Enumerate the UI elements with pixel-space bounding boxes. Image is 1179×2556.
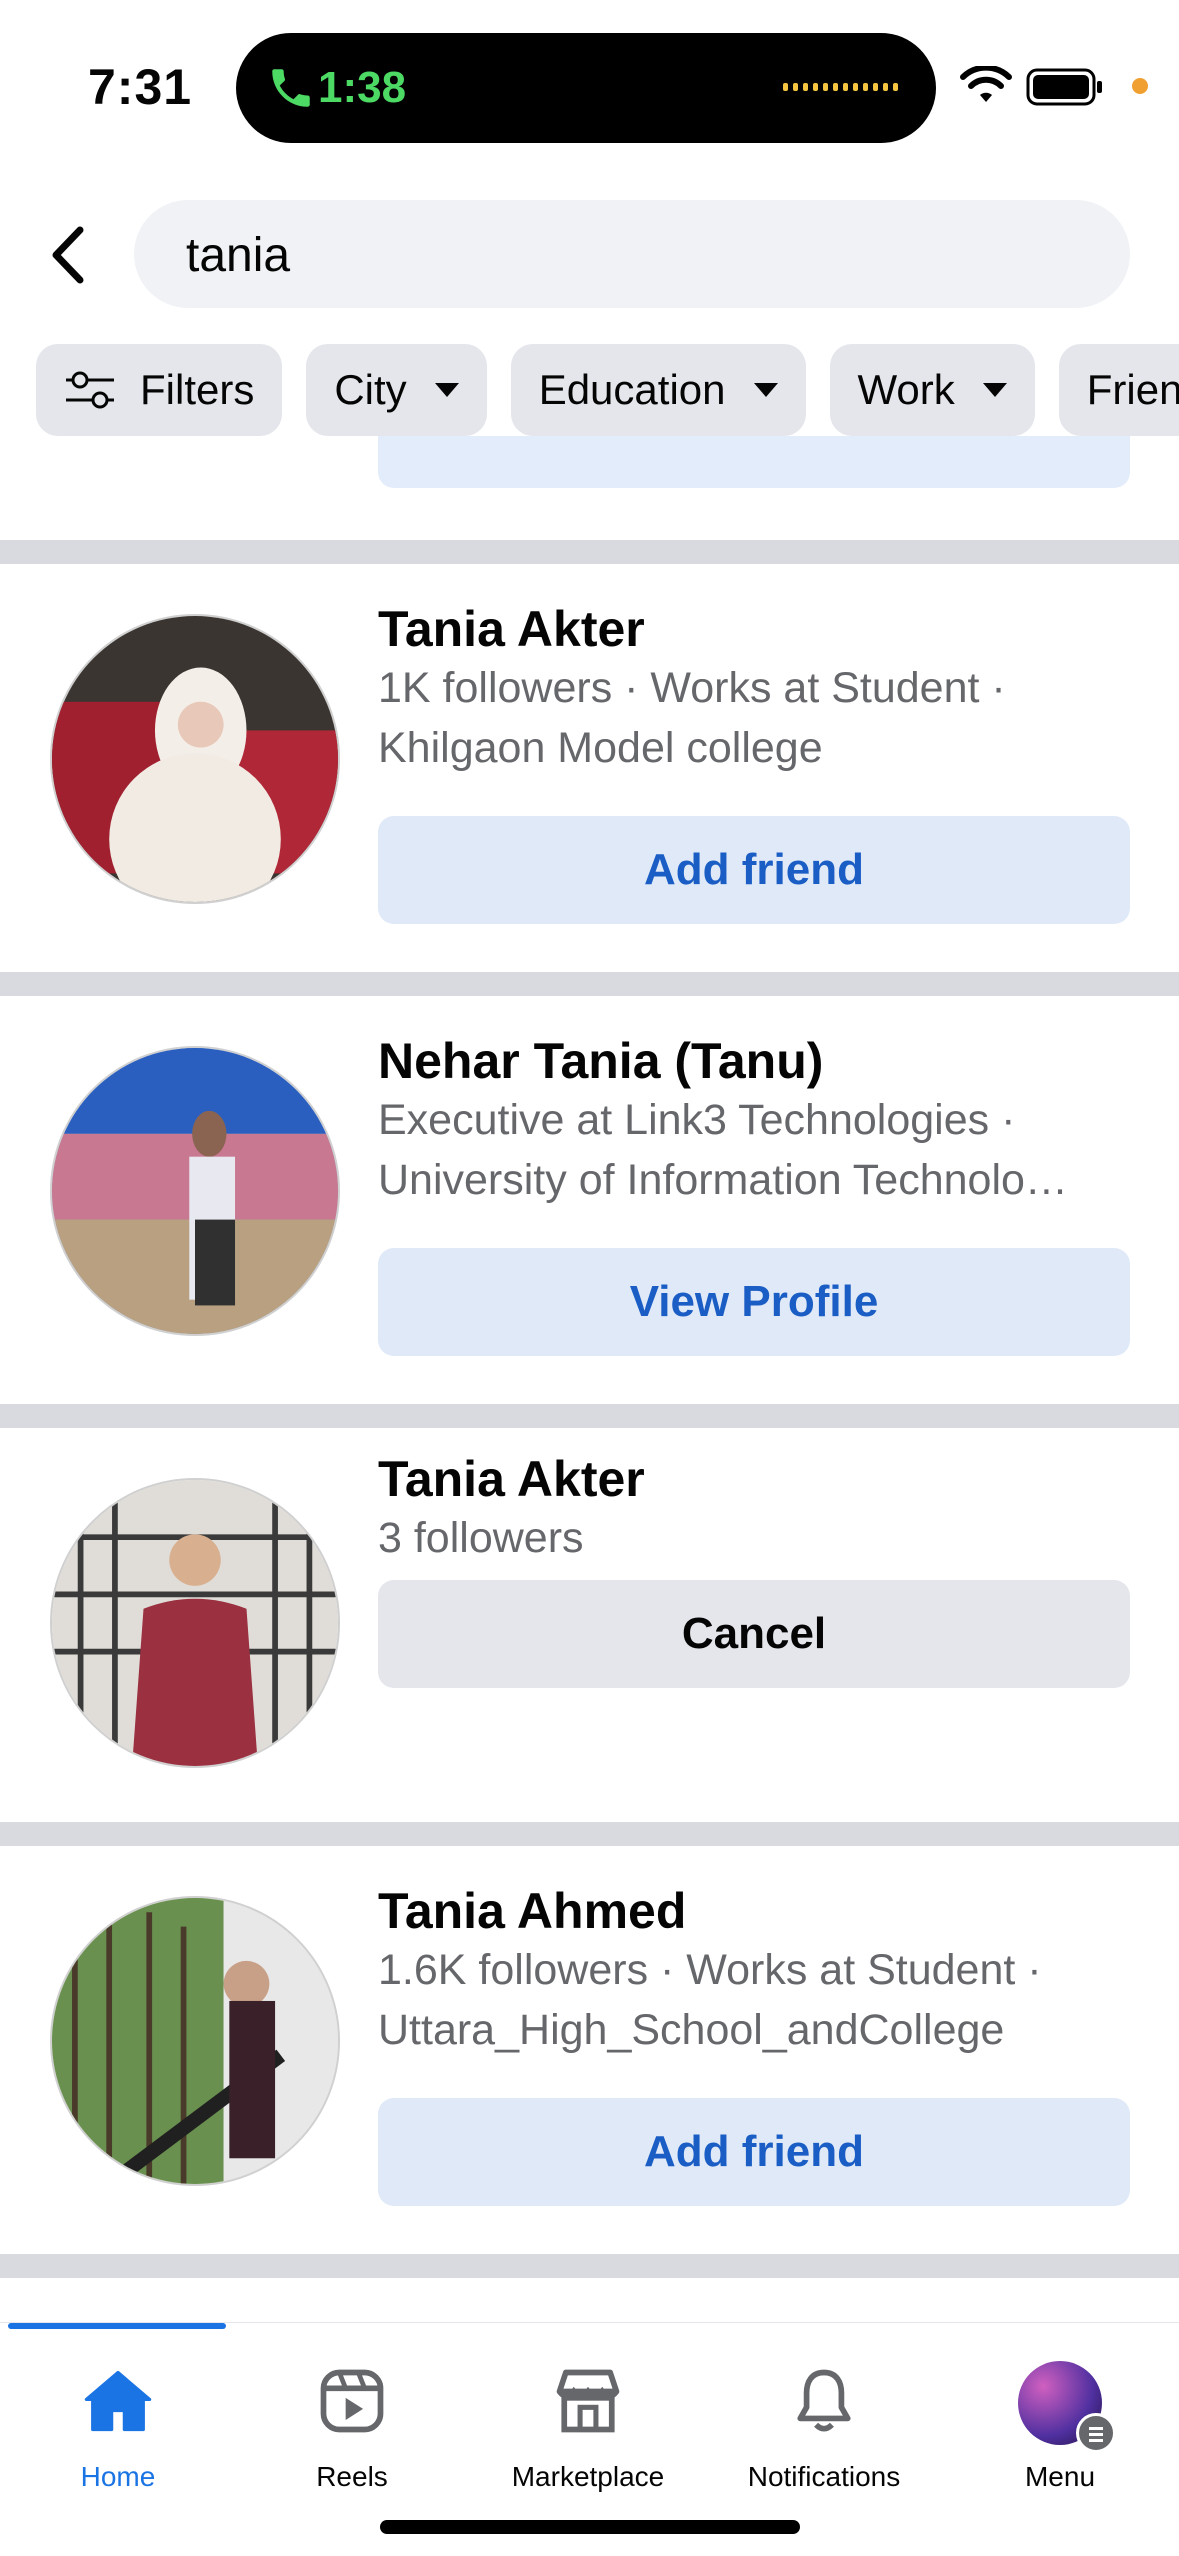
friends-chip[interactable]: Frien (1058, 344, 1179, 436)
profile-photo[interactable] (50, 614, 340, 904)
tab-marketplace[interactable]: Marketplace (470, 2349, 706, 2499)
education-chip-label: Education (538, 366, 726, 413)
add-friend-button[interactable]: Add friend (378, 816, 1130, 924)
home-indicator[interactable] (380, 2520, 800, 2534)
profile-photo[interactable] (50, 1478, 340, 1768)
result-name[interactable]: Tania Akter (378, 1450, 645, 1508)
divider (0, 972, 1179, 996)
marketplace-icon (556, 2369, 620, 2433)
divider (0, 1404, 1179, 1428)
menu-icon (1076, 2413, 1116, 2453)
filter-chips: Filters City Education Work Frien (36, 344, 1179, 436)
result-details: Uttara_High_School_andCollege (378, 2006, 1005, 2054)
reels-icon (320, 2369, 384, 2433)
result-name[interactable]: Nehar Tania (Tanu) (378, 1032, 823, 1090)
city-chip[interactable]: City (306, 344, 487, 436)
result-name[interactable]: Tania Akter (378, 600, 645, 658)
tab-reels-label: Reels (316, 2461, 388, 2492)
result-details: 3 followers (378, 1514, 584, 1562)
result-card[interactable]: Tania Ahmed 1.6K followers · Works at St… (0, 1846, 1179, 2286)
phone-icon (272, 69, 310, 107)
result-name[interactable]: Tania Ahmed (378, 1882, 686, 1940)
privacy-indicator-dot (1132, 78, 1148, 94)
search-query[interactable]: tania (186, 228, 290, 283)
status-time: 7:31 (88, 59, 193, 115)
call-indicator-pill[interactable]: 1:38 (236, 33, 936, 143)
result-details: University of Information Technolo… (378, 1156, 1068, 1204)
profile-photo[interactable] (50, 1896, 340, 2186)
tab-marketplace-label: Marketplace (511, 2461, 665, 2492)
result-card[interactable]: Tania Akter 1K followers · Works at Stud… (0, 564, 1179, 976)
result-card[interactable]: Tania Akter 3 followers Cancel (0, 1428, 1179, 1818)
filters-chip[interactable]: Filters (36, 344, 283, 436)
active-tab-indicator (8, 2323, 226, 2329)
status-bar: 7:31 1:38 (0, 0, 1179, 170)
result-details: 1K followers · Works at Student · (378, 664, 1006, 712)
home-icon (84, 2370, 152, 2432)
work-chip[interactable]: Work (829, 344, 1035, 436)
caret-down-icon (982, 383, 1007, 397)
result-details: Executive at Link3 Technologies · (378, 1096, 1016, 1144)
tab-menu-label: Menu (1024, 2461, 1096, 2492)
caret-down-icon (434, 383, 459, 397)
result-card[interactable]: Nehar Tania (Tanu) Executive at Link3 Te… (0, 996, 1179, 1408)
friends-chip-label: Frien (1086, 366, 1179, 413)
previous-result-button[interactable] (378, 436, 1130, 488)
sliders-icon (66, 371, 114, 409)
back-arrow-icon[interactable] (44, 222, 94, 288)
profile-photo[interactable] (50, 1046, 340, 1336)
call-duration: 1:38 (318, 63, 407, 112)
result-details: 1.6K followers · Works at Student · (378, 1946, 1042, 1994)
view-profile-button[interactable]: View Profile (378, 1248, 1130, 1356)
result-details: Khilgaon Model college (378, 724, 823, 772)
wifi-icon (960, 66, 1012, 102)
add-friend-button[interactable]: Add friend (378, 2098, 1130, 2206)
search-results-list[interactable]: Tania Akter 1K followers · Works at Stud… (0, 436, 1179, 2322)
search-input[interactable]: tania (134, 200, 1130, 308)
filters-chip-label: Filters (140, 366, 255, 413)
education-chip[interactable]: Education (510, 344, 806, 436)
cancel-request-button[interactable]: Cancel (378, 1580, 1130, 1688)
tab-home-label: Home (80, 2461, 156, 2492)
audio-wave-icon (783, 83, 898, 91)
battery-icon (1026, 68, 1102, 106)
tab-home[interactable]: Home (0, 2349, 236, 2499)
divider (0, 1822, 1179, 1846)
tab-notifications-label: Notifications (747, 2461, 901, 2492)
bell-icon (797, 2369, 851, 2432)
work-chip-label: Work (857, 366, 955, 413)
caret-down-icon (753, 383, 778, 397)
tab-reels[interactable]: Reels (234, 2349, 470, 2499)
tab-notifications[interactable]: Notifications (706, 2349, 942, 2499)
divider (0, 540, 1179, 564)
city-chip-label: City (334, 366, 407, 413)
divider (0, 2254, 1179, 2278)
tab-menu[interactable]: Menu (942, 2349, 1178, 2499)
